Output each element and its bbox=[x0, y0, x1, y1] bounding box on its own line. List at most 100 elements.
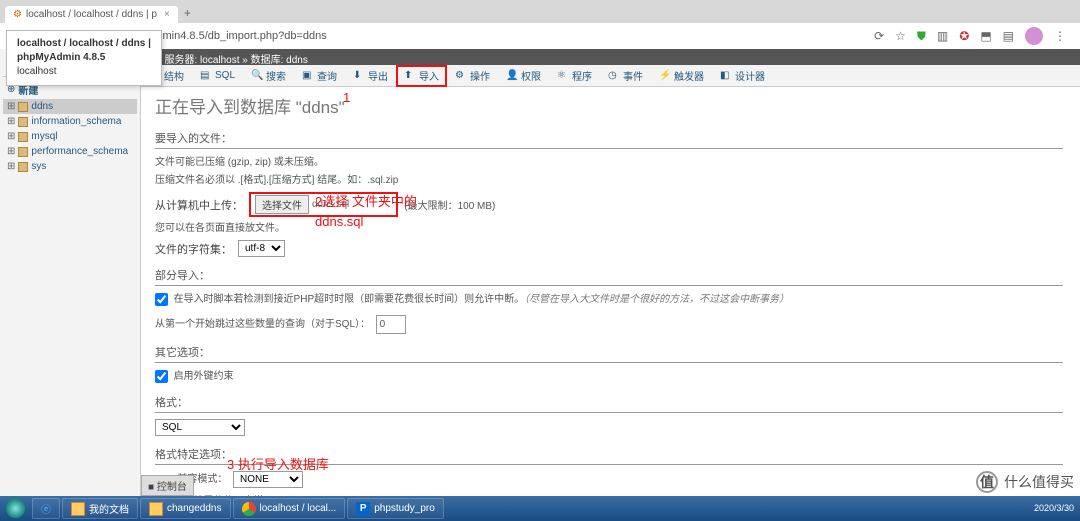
menu-triggers[interactable]: ⚡触发器 bbox=[651, 65, 712, 87]
menu-designer[interactable]: ◧设计器 bbox=[712, 65, 773, 87]
operations-icon: ⚙ bbox=[455, 70, 467, 82]
taskbar-explorer[interactable]: 我的文档 bbox=[62, 498, 138, 519]
top-menu: ▦结构 ▤SQL 🔍搜索 ▣查询 ⬇导出 ⬆导入 ⚙操作 👤权限 ⚛程序 ◷事件… bbox=[141, 65, 1080, 87]
menu-icon[interactable]: ⋮ bbox=[1054, 29, 1066, 43]
query-icon: ▣ bbox=[302, 70, 314, 82]
taskbar-chrome[interactable]: localhost / local... bbox=[233, 498, 346, 519]
events-icon: ◷ bbox=[608, 70, 620, 82]
watermark: 值 什么值得买 bbox=[976, 471, 1074, 493]
upload-label: 从计算机中上传： bbox=[155, 197, 243, 213]
shield-icon[interactable]: ⛊ bbox=[917, 29, 926, 44]
browser-tab[interactable]: ⚙ localhost / localhost / ddns | p × bbox=[5, 6, 178, 23]
address-icons: ⟳ ☆ ⛊ ▥ ✪ ⬒ ▤ ⋮ bbox=[874, 27, 1074, 45]
charset-label: 文件的字符集： bbox=[155, 241, 232, 257]
expand-icon[interactable]: ⊞ bbox=[7, 131, 15, 142]
ext2-icon[interactable]: ✪ bbox=[959, 29, 969, 43]
start-button[interactable] bbox=[0, 496, 30, 521]
designer-icon: ◧ bbox=[720, 70, 732, 82]
star-icon[interactable]: ☆ bbox=[895, 29, 906, 43]
db-icon bbox=[18, 102, 28, 112]
tabs-row: ⚙ localhost / localhost / ddns | p × + bbox=[0, 0, 1080, 23]
sidebar-db-info[interactable]: ⊞information_schema bbox=[3, 114, 137, 129]
compat-select[interactable]: NONE bbox=[233, 471, 303, 488]
partial-checkbox[interactable] bbox=[155, 293, 168, 306]
folder-icon bbox=[149, 502, 163, 516]
breadcrumb: 🖥 服务器: localhost » 数据库: ddns bbox=[141, 49, 1080, 65]
browser-chrome: ⚙ localhost / localhost / ddns | p × + ⟳… bbox=[0, 0, 1080, 49]
menu-search[interactable]: 🔍搜索 bbox=[243, 65, 294, 87]
phpstudy-icon: P bbox=[356, 502, 370, 516]
format-select[interactable]: SQL bbox=[155, 419, 245, 436]
address-bar-row: ⟳ ☆ ⛊ ▥ ✪ ⬒ ▤ ⋮ bbox=[0, 23, 1080, 49]
expand-icon[interactable]: ⊞ bbox=[7, 161, 15, 172]
choose-file-button[interactable]: 选择文件 bbox=[255, 195, 309, 214]
chrome-icon bbox=[242, 502, 256, 516]
watermark-icon: 值 bbox=[976, 471, 998, 493]
windows-icon bbox=[6, 499, 25, 518]
expand-icon[interactable]: ⊞ bbox=[7, 116, 15, 127]
fk-checkbox[interactable] bbox=[155, 370, 168, 383]
taskbar-folder[interactable]: changeddns bbox=[140, 498, 231, 519]
sidebar-db-mysql[interactable]: ⊞mysql bbox=[3, 129, 137, 144]
profile-avatar[interactable] bbox=[1025, 27, 1043, 45]
page-title: 正在导入到数据库 "ddns" bbox=[155, 93, 1063, 118]
expand-icon[interactable]: ⊞ bbox=[7, 101, 15, 112]
db-icon bbox=[18, 132, 28, 142]
export-icon: ⬇ bbox=[353, 70, 365, 82]
system-tray[interactable]: 2020/3/30 bbox=[1034, 504, 1080, 514]
tray-date: 2020/3/30 bbox=[1034, 504, 1074, 514]
close-tab-icon[interactable]: × bbox=[164, 9, 170, 20]
menu-routines[interactable]: ⚛程序 bbox=[549, 65, 600, 87]
tooltip-line2: phpMyAdmin 4.8.5 bbox=[17, 51, 151, 65]
partial-label: 在导入时脚本若检测到接近PHP超时时限（即需要花费很长时间）则允许中断。 bbox=[174, 294, 525, 305]
file-hint2: 压缩文件名必须以 .[格式].[压缩方式] 结尾。如：.sql.zip bbox=[155, 173, 1063, 188]
watermark-text: 什么值得买 bbox=[1004, 472, 1074, 492]
section-format-opts: 格式特定选项： bbox=[155, 446, 1063, 465]
taskbar: ⓔ 我的文档 changeddns localhost / local... P… bbox=[0, 496, 1080, 521]
sidebar-db-sys[interactable]: ⊞sys bbox=[3, 159, 137, 174]
taskbar-ie[interactable]: ⓔ bbox=[32, 498, 60, 519]
db-icon bbox=[18, 147, 28, 157]
section-format: 格式： bbox=[155, 394, 1063, 413]
file-input-box[interactable]: 选择文件 ddns.sql bbox=[249, 192, 398, 217]
ext-icon[interactable]: ▥ bbox=[937, 29, 948, 43]
new-tab-button[interactable]: + bbox=[178, 3, 197, 23]
skip-input[interactable]: 0 bbox=[376, 315, 406, 334]
expand-icon[interactable]: ⊞ bbox=[7, 146, 15, 157]
ie-icon: ⓔ bbox=[41, 501, 51, 516]
ext4-icon[interactable]: ▤ bbox=[1003, 29, 1014, 43]
taskbar-phpstudy[interactable]: Pphpstudy_pro bbox=[347, 498, 444, 519]
section-partial: 部分导入： bbox=[155, 267, 1063, 286]
tab-tooltip: localhost / localhost / ddns | phpMyAdmi… bbox=[6, 30, 162, 86]
partial-note: （尽管在导入大文件时是个很好的方法，不过这会中断事务） bbox=[524, 294, 789, 305]
routines-icon: ⚛ bbox=[557, 70, 569, 82]
sidebar: 近期访问 表收藏夹 ⊕新建 ⊞ddns ⊞information_schema … bbox=[0, 49, 141, 496]
menu-privileges[interactable]: 👤权限 bbox=[498, 65, 549, 87]
menu-events[interactable]: ◷事件 bbox=[600, 65, 651, 87]
sidebar-db-perf[interactable]: ⊞performance_schema bbox=[3, 144, 137, 159]
folder-icon bbox=[71, 502, 85, 516]
db-icon bbox=[18, 162, 28, 172]
file-limit: (最大限制：100 MB) bbox=[404, 197, 495, 212]
ext3-icon[interactable]: ⬒ bbox=[980, 29, 991, 43]
import-icon: ⬆ bbox=[404, 70, 416, 82]
menu-import[interactable]: ⬆导入 bbox=[396, 65, 447, 87]
favicon: ⚙ bbox=[13, 9, 22, 20]
tooltip-line1: localhost / localhost / ddns | bbox=[17, 37, 151, 51]
console-bar[interactable]: ■ 控制台 bbox=[141, 475, 194, 496]
charset-select[interactable]: utf-8 bbox=[238, 240, 285, 257]
fk-label: 启用外键约束 bbox=[174, 371, 234, 382]
menu-export[interactable]: ⬇导出 bbox=[345, 65, 396, 87]
section-other: 其它选项： bbox=[155, 344, 1063, 363]
section-file: 要导入的文件： bbox=[155, 130, 1063, 149]
skip-label: 从第一个开始跳过这些数量的查询（对于SQL）： bbox=[155, 319, 370, 330]
sync-icon[interactable]: ⟳ bbox=[874, 29, 884, 43]
menu-query[interactable]: ▣查询 bbox=[294, 65, 345, 87]
sidebar-db-ddns[interactable]: ⊞ddns bbox=[3, 99, 137, 114]
menu-operations[interactable]: ⚙操作 bbox=[447, 65, 498, 87]
privileges-icon: 👤 bbox=[506, 70, 518, 82]
menu-sql[interactable]: ▤SQL bbox=[192, 65, 243, 87]
sql-icon: ▤ bbox=[200, 70, 212, 82]
search-icon: 🔍 bbox=[251, 70, 263, 82]
tab-title: localhost / localhost / ddns | p bbox=[26, 9, 157, 20]
